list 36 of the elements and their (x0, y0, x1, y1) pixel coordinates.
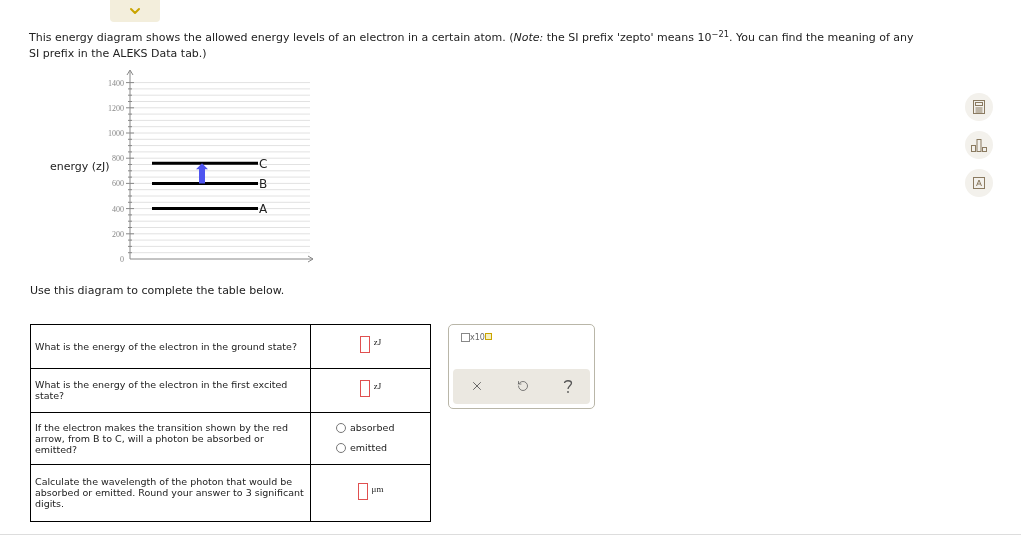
unit-label: μm (371, 482, 384, 496)
bar-chart-icon (971, 138, 987, 152)
calculator-icon (973, 100, 985, 114)
tick-label: 1400 (108, 78, 124, 88)
radio-option[interactable]: absorbed (336, 420, 395, 435)
answer-field[interactable] (359, 336, 370, 353)
answer-field[interactable] (357, 482, 368, 500)
exponent-button[interactable]: x10 (461, 332, 492, 342)
question-label: What is the energy of the electron in the first excited state? (35, 379, 289, 401)
tick-label: 1000 (108, 129, 124, 138)
chart-button[interactable] (965, 131, 993, 159)
question-label: If the electron makes the transition shown by the red arrow, from B to C, will a photon be absorbed or emitted? (35, 421, 289, 455)
tick-label: 600 (112, 179, 124, 189)
unit-label: zJ (373, 380, 382, 393)
unit-label: zJ (373, 336, 382, 349)
help-icon[interactable] (563, 378, 574, 394)
tick-label: 200 (112, 229, 124, 239)
radio-option[interactable]: emitted (336, 441, 388, 456)
calculator-button[interactable] (965, 93, 993, 121)
level-label: A (259, 202, 268, 217)
tick-label: 800 (112, 154, 124, 164)
question-label: What is the energy of the electron in the ground state? (35, 340, 298, 352)
element-tile-icon (973, 177, 985, 189)
tick-label: 1200 (108, 103, 124, 113)
answer-field[interactable] (359, 380, 370, 397)
periodic-table-button[interactable] (965, 169, 993, 197)
question-label: Calculate the wavelength of the photon that would be absorbed or emitted. Round your answer to 3 significant digits. (35, 476, 305, 509)
question-text: This energy diagram shows the allowed energy levels of an electron in a certain atom. (Note: the SI prefix 'zepto' means 10$^{−21}$. You can find the meaning of any SI prefix in the ALEKS Data tab.) (29, 30, 915, 62)
undo-icon[interactable] (517, 380, 530, 392)
level-label: B (259, 176, 268, 191)
tick-label: 400 (112, 204, 124, 214)
level-label: C (259, 156, 268, 171)
transition-arrow (196, 163, 208, 184)
instruction-text: Use this diagram to complete the table below. (30, 283, 285, 299)
axis-label: energy (zJ) (50, 160, 110, 174)
tick-label: 0 (120, 255, 124, 264)
